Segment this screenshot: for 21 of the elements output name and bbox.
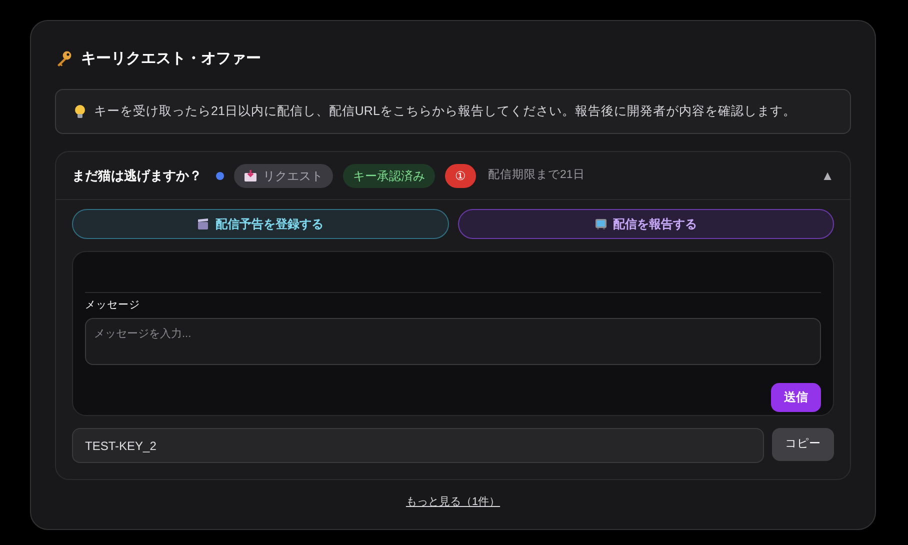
message-field[interactable]: メッセージを入力... <box>85 318 821 365</box>
request-badge: リクエスト <box>234 164 333 188</box>
count-badge: ① <box>445 164 476 188</box>
clapperboard-icon <box>197 218 210 230</box>
message-label: メッセージ <box>85 298 141 313</box>
show-more-link[interactable]: もっと見る（1件） <box>406 494 500 510</box>
key-icon <box>55 50 73 68</box>
collapse-toggle[interactable]: ▲ <box>821 166 834 186</box>
game-title: まだ猫は逃げますか？ <box>72 166 202 185</box>
copy-button[interactable]: コピー <box>772 428 834 461</box>
notice-text: キーを受け取ったら21日以内に配信し、配信URLをこちらから報告してください。報告後に開発者が内容を確認します。 <box>94 103 796 120</box>
envelope-icon <box>244 170 257 182</box>
key-field[interactable]: TEST-KEY_2 <box>72 428 764 463</box>
lightbulb-icon <box>74 104 86 120</box>
panel-title: キーリクエスト・オファー <box>81 48 261 69</box>
television-icon <box>594 218 607 230</box>
schedule-button[interactable]: 配信予告を登録する <box>72 209 448 239</box>
status-badge: キー承認済み <box>343 164 435 188</box>
report-button[interactable]: 配信を報告する <box>458 209 834 239</box>
send-button[interactable]: 送信 <box>771 382 821 412</box>
deadline-text: 配信期限まで21日 <box>488 168 585 183</box>
